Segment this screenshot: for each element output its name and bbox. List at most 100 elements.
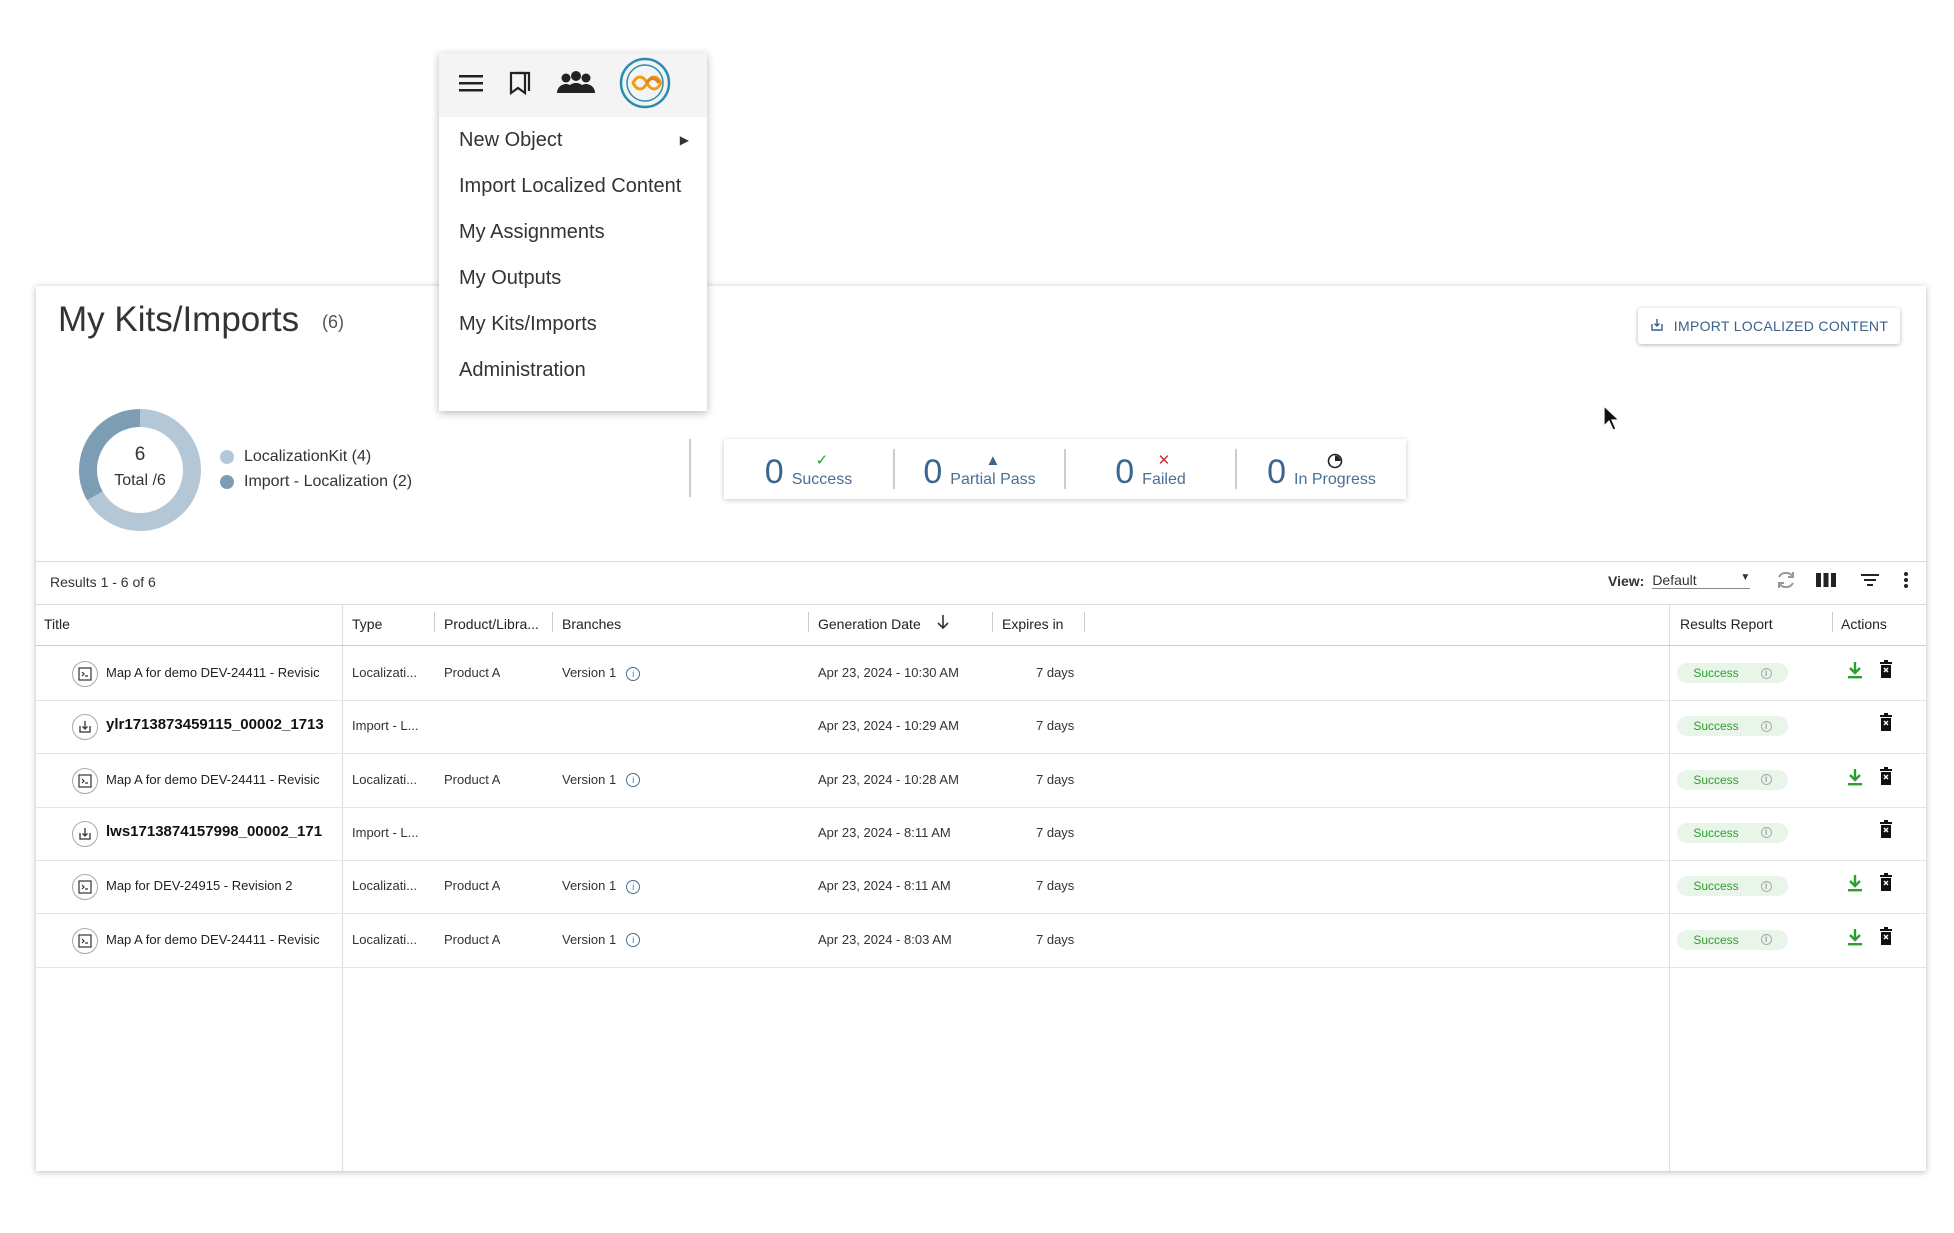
info-icon[interactable]: i xyxy=(1760,827,1772,839)
status-label: Success xyxy=(1693,719,1739,734)
delete-icon[interactable] xyxy=(1878,660,1894,683)
delete-icon[interactable] xyxy=(1878,766,1894,790)
view-label: View: xyxy=(1608,572,1645,589)
table-row[interactable]: Map A for demo DEV-24411 - Revisic Locali… xyxy=(36,754,1926,808)
delete-icon[interactable] xyxy=(1878,819,1894,843)
menu-item-label: My Kits/Imports xyxy=(459,313,597,335)
people-icon[interactable] xyxy=(555,70,597,101)
info-icon[interactable]: i xyxy=(1760,880,1772,892)
status-badge[interactable]: Success i xyxy=(1677,769,1788,790)
row-title[interactable]: Map for DEV-24915 - Revision 2 xyxy=(106,878,340,893)
localization-kit-icon xyxy=(72,661,98,687)
menu-item-my-kits-imports[interactable]: My Kits/Imports xyxy=(439,301,707,347)
column-header-branches[interactable]: Branches xyxy=(562,616,621,632)
table-row[interactable]: lws1713874157998_00002_171 Import - L... A… xyxy=(36,807,1926,861)
column-resize-handle[interactable] xyxy=(808,612,809,632)
delete-icon[interactable] xyxy=(1878,713,1894,736)
column-header-actions[interactable]: Actions xyxy=(1841,616,1887,632)
stat-number: 0 xyxy=(923,453,943,491)
more-options-icon[interactable] xyxy=(1894,568,1918,597)
warning-triangle-icon: ▲ xyxy=(985,452,1001,469)
row-expires: 7 days xyxy=(1036,665,1075,680)
localization-kit-icon xyxy=(72,767,98,794)
download-icon[interactable] xyxy=(1846,873,1864,896)
table-row[interactable]: Map for DEV-24915 - Revision 2 Localizati… xyxy=(36,860,1926,915)
row-expires: 7 days xyxy=(1036,771,1075,787)
delete-icon[interactable] xyxy=(1878,873,1894,896)
import-localized-content-button[interactable]: IMPORT LOCALIZED CONTENT xyxy=(1638,308,1900,344)
app-logo-icon[interactable] xyxy=(619,57,675,114)
column-header-product[interactable]: Product/Libra... xyxy=(444,616,539,632)
row-generation-date: Apr 23, 2024 - 8:03 AM xyxy=(818,931,952,947)
legend-item-localizationkit[interactable]: LocalizationKit (4) xyxy=(220,444,412,469)
row-title[interactable]: Map A for demo DEV-24411 - Revisic xyxy=(106,932,340,947)
menu-item-import-localized-content[interactable]: Import Localized Content xyxy=(439,163,707,209)
download-icon[interactable] xyxy=(1846,927,1864,950)
table-row[interactable]: Map A for demo DEV-24411 - Revisic Locali… xyxy=(36,914,1926,968)
info-icon[interactable]: i xyxy=(626,773,641,788)
info-icon[interactable]: i xyxy=(626,933,641,948)
column-resize-handle[interactable] xyxy=(992,612,993,632)
bookmarks-icon[interactable] xyxy=(507,70,533,101)
status-badge[interactable]: Success i xyxy=(1677,929,1788,950)
row-product: Product A xyxy=(444,771,501,787)
view-dropdown[interactable]: Default ▼ xyxy=(1652,572,1751,589)
sort-desc-icon[interactable] xyxy=(936,614,950,633)
progress-icon xyxy=(1327,453,1343,471)
row-title[interactable]: ylr1713873459115_00002_1713 xyxy=(106,716,340,733)
stat-success[interactable]: 0 ✓ Success xyxy=(724,449,895,489)
row-expires: 7 days xyxy=(1036,718,1075,734)
column-header-title[interactable]: Title xyxy=(44,616,70,632)
delete-icon[interactable] xyxy=(1878,926,1894,950)
column-header-type[interactable]: Type xyxy=(352,616,382,632)
main-menu: New Object ▶ Import Localized Content My… xyxy=(439,53,707,411)
info-icon[interactable]: i xyxy=(626,879,641,894)
row-title[interactable]: Map A for demo DEV-24411 - Revisic xyxy=(106,665,340,680)
info-icon[interactable]: i xyxy=(626,666,641,681)
kits-imports-panel: My Kits/Imports (6) IMPORT LOCALIZED CON… xyxy=(36,286,1926,1171)
menu-item-my-outputs[interactable]: My Outputs xyxy=(439,255,707,301)
stat-partial-pass[interactable]: 0 ▲ Partial Pass xyxy=(895,449,1066,489)
refresh-icon[interactable] xyxy=(1774,568,1798,597)
columns-icon[interactable] xyxy=(1814,568,1838,597)
row-product: Product A xyxy=(444,878,501,894)
status-badge[interactable]: Success i xyxy=(1677,663,1788,683)
row-title[interactable]: lws1713874157998_00002_171 xyxy=(106,823,340,840)
menu-item-my-assignments[interactable]: My Assignments xyxy=(439,209,707,255)
status-badge[interactable]: Success i xyxy=(1677,876,1788,897)
check-icon: ✓ xyxy=(815,452,829,469)
info-icon[interactable]: i xyxy=(1760,774,1772,786)
stat-in-progress[interactable]: 0 In Progress xyxy=(1237,449,1406,489)
status-badge[interactable]: Success i xyxy=(1677,716,1788,737)
column-header-expires[interactable]: Expires in xyxy=(1002,616,1063,632)
info-icon[interactable]: i xyxy=(1760,667,1772,679)
stat-number: 0 xyxy=(1267,453,1287,491)
summary-divider xyxy=(689,439,691,497)
filter-icon[interactable] xyxy=(1858,568,1882,597)
column-resize-handle[interactable] xyxy=(434,612,435,632)
row-title[interactable]: Map A for demo DEV-24411 - Revisic xyxy=(106,772,340,787)
row-branch-label: Version 1 xyxy=(562,878,617,894)
menu-item-administration[interactable]: Administration xyxy=(439,347,707,393)
table-row[interactable]: Map A for demo DEV-24411 - Revisic Locali… xyxy=(36,647,1926,701)
column-header-results-report[interactable]: Results Report xyxy=(1680,616,1773,632)
download-icon[interactable] xyxy=(1846,660,1864,683)
status-badge[interactable]: Success i xyxy=(1677,822,1788,843)
mouse-cursor xyxy=(1602,404,1622,437)
row-generation-date: Apr 23, 2024 - 10:29 AM xyxy=(818,718,959,734)
download-icon[interactable] xyxy=(1846,767,1864,790)
stat-failed[interactable]: 0 ✕ Failed xyxy=(1066,449,1237,489)
menu-item-new-object[interactable]: New Object ▶ xyxy=(439,117,707,163)
column-resize-handle[interactable] xyxy=(1084,612,1085,632)
localization-kit-icon xyxy=(72,874,98,901)
menu-toolbar xyxy=(439,53,707,117)
column-resize-handle[interactable] xyxy=(552,612,553,632)
info-icon[interactable]: i xyxy=(1760,720,1772,732)
table-row[interactable]: ylr1713873459115_00002_1713 Import - L...… xyxy=(36,700,1926,755)
info-icon[interactable]: i xyxy=(1760,934,1772,945)
hamburger-icon[interactable] xyxy=(459,73,485,98)
column-resize-handle[interactable] xyxy=(1832,612,1833,632)
column-header-generation-date[interactable]: Generation Date xyxy=(818,616,921,632)
legend-item-import-localization[interactable]: Import - Localization (2) xyxy=(220,469,412,494)
localization-kit-icon xyxy=(72,927,98,954)
